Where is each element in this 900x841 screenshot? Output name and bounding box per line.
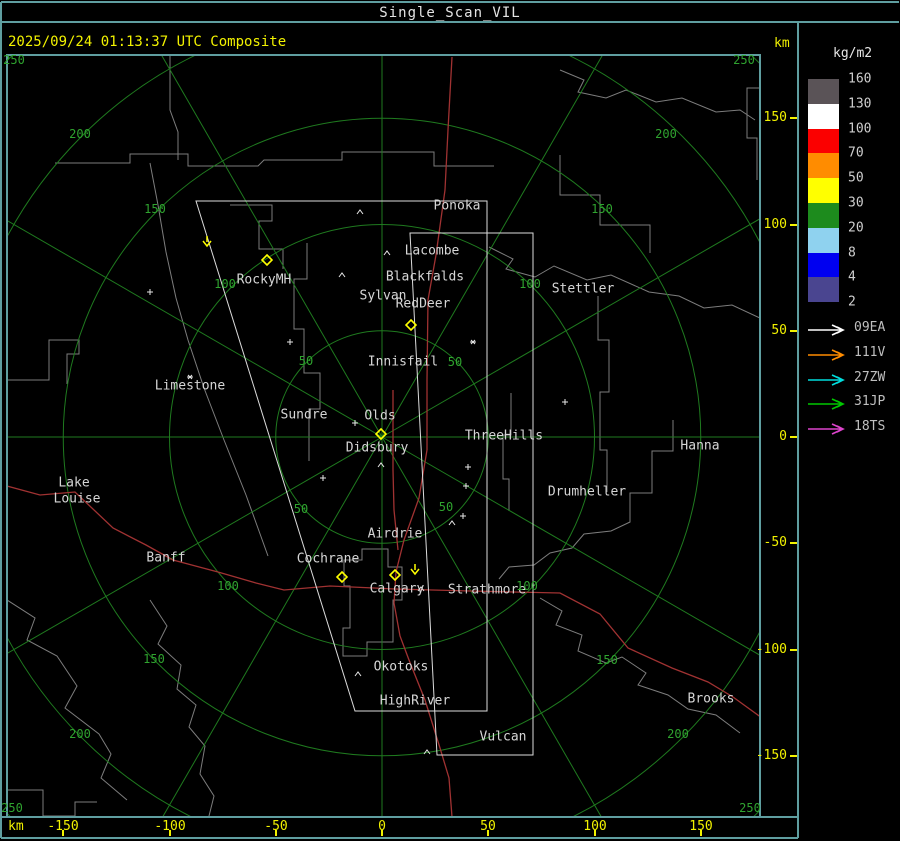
radar-sector-outline (195, 200, 488, 712)
plus-marker-icon (320, 475, 326, 481)
county-boundary (488, 246, 760, 319)
pointer-arrow-icon (808, 423, 845, 435)
plus-marker-icon (352, 420, 358, 426)
pointer-legend-row: 31JP (806, 394, 885, 411)
legend-color-swatch (808, 203, 839, 228)
legend-level-label: 20 (848, 220, 864, 236)
caret-marker-icon (377, 462, 385, 468)
radial-line (161, 56, 383, 438)
right-axis-unit-label: km (774, 36, 790, 51)
plus-marker-icon (562, 399, 568, 405)
legend-level-label: 30 (848, 195, 864, 211)
legend-level-label: 50 (848, 170, 864, 186)
plus-marker-icon (287, 339, 293, 345)
pointer-id-label: 18TS (854, 419, 886, 435)
radial-line (8, 220, 383, 438)
county-boundary (55, 151, 494, 167)
storm-arrow-icon (410, 564, 420, 576)
star-marker-icon (187, 374, 193, 380)
radial-line (8, 436, 383, 654)
bottom-axis-unit-label: km (8, 819, 24, 834)
radial-line (381, 436, 602, 816)
caret-marker-icon (423, 749, 431, 755)
pointer-id-label: 111V (854, 344, 886, 360)
legend-color-swatch (808, 252, 839, 278)
caret-marker-icon (356, 209, 364, 215)
radar-app-window: Single_Scan_VIL 2025/09/24 01:13:37 UTC … (0, 0, 900, 841)
map-canvas[interactable] (0, 0, 900, 841)
legend-level-label: 130 (848, 96, 872, 112)
legend-level-label: 70 (848, 145, 864, 161)
map-graphics (8, 56, 760, 816)
county-boundary (230, 204, 284, 269)
county-boundary (597, 296, 610, 492)
legend-level-label: 160 (848, 71, 872, 87)
pointer-id-label: 27ZW (854, 369, 886, 385)
pointer-legend-row: 111V (806, 345, 885, 361)
pointer-arrow-icon (808, 373, 845, 386)
pointer-id-label: 31JP (854, 394, 886, 410)
pointer-legend-row: 18TS (806, 419, 885, 435)
legend-level-label: 2 (848, 294, 856, 310)
county-boundary (539, 597, 741, 734)
legend-level-label: 8 (848, 245, 856, 261)
radial-line (381, 56, 603, 438)
county-boundary (8, 339, 80, 384)
radial-line (162, 436, 383, 816)
legend-color-swatch (808, 227, 839, 253)
legend-color-swatch (808, 128, 839, 154)
plus-marker-icon (465, 464, 471, 470)
legend-level-label: 4 (848, 269, 856, 285)
range-ring (8, 56, 760, 816)
highway-line (8, 485, 760, 718)
county-boundary (8, 789, 97, 816)
legend-color-swatch (808, 277, 839, 303)
legend-unit-label: kg/m2 (833, 46, 873, 61)
scan-timestamp: 2025/09/24 01:13:37 UTC Composite (8, 34, 287, 50)
plus-marker-icon (147, 289, 153, 295)
county-boundary (149, 599, 215, 816)
pointer-id-label: 09EA (854, 320, 886, 335)
legend-color-swatch (808, 79, 839, 104)
star-marker-icon (470, 339, 476, 345)
plus-marker-icon (460, 513, 466, 519)
caret-marker-icon (338, 272, 346, 278)
county-boundary (293, 243, 321, 461)
legend-color-swatch (808, 178, 839, 203)
county-boundary (746, 87, 759, 180)
county-boundary (502, 393, 512, 511)
caret-marker-icon (354, 671, 362, 677)
pointer-arrow-icon (808, 349, 845, 361)
county-boundary (8, 600, 128, 801)
pointer-legend-row: 09EA (806, 320, 885, 336)
county-boundary (149, 162, 269, 557)
pointer-legend-row: 27ZW (806, 370, 885, 386)
caret-marker-icon (383, 250, 391, 256)
pointer-arrow-icon (808, 398, 845, 411)
pointer-arrow-icon (808, 324, 845, 336)
caret-marker-icon (448, 520, 456, 526)
legend-level-label: 100 (848, 121, 872, 137)
window-title: Single_Scan_VIL (379, 5, 521, 21)
radar-site-icon (335, 570, 349, 584)
legend-color-swatch (808, 103, 839, 129)
legend-color-swatch (808, 153, 839, 179)
caret-marker-icon (417, 586, 425, 592)
county-boundary (559, 155, 651, 253)
county-boundary (342, 548, 403, 657)
legend-panel: kg/m2 160 130 100 70 50 30 20 8 4 2 09EA 111V 27ZW 31… (799, 22, 900, 817)
range-ring (8, 56, 760, 816)
